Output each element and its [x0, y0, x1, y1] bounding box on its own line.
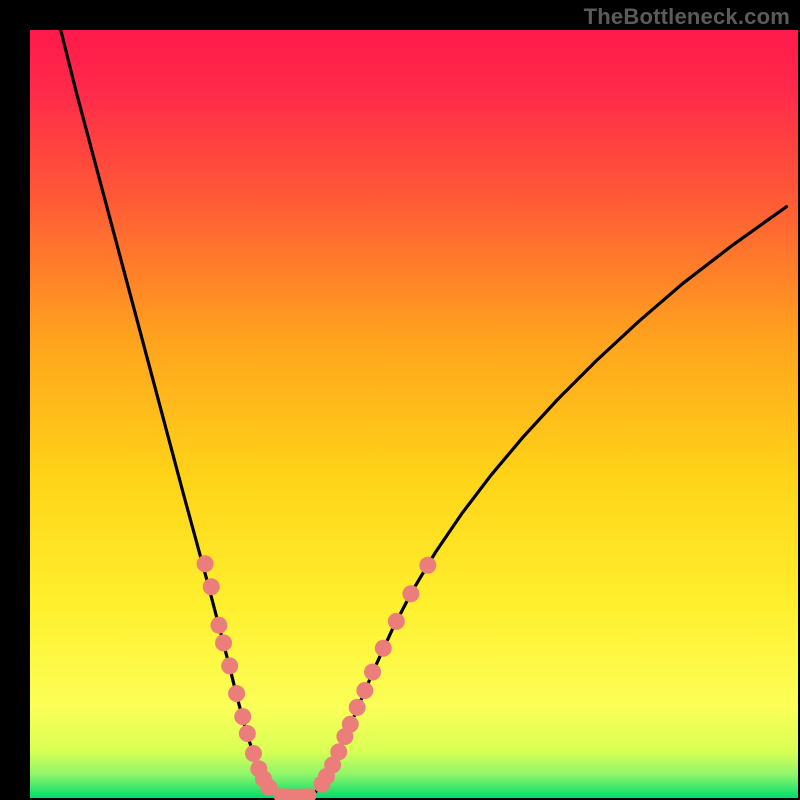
bottleneck-chart [0, 0, 800, 800]
right-dots-point [330, 743, 347, 760]
left-dots-point [197, 555, 214, 572]
left-dots-point [210, 617, 227, 634]
right-dots-point [402, 585, 419, 602]
plot-background [30, 30, 798, 798]
right-dots-point [342, 716, 359, 733]
left-dots-point [260, 779, 277, 796]
left-dots-point [234, 708, 251, 725]
left-dots-point [239, 725, 256, 742]
right-dots-point [419, 557, 436, 574]
right-dots-point [349, 699, 366, 716]
right-dots-point [388, 613, 405, 630]
left-dots-point [228, 685, 245, 702]
chart-frame: TheBottleneck.com [0, 0, 800, 800]
left-dots-point [245, 745, 262, 762]
right-dots-point [375, 640, 392, 657]
left-dots-point [215, 634, 232, 651]
right-dots-point [356, 682, 373, 699]
watermark-label: TheBottleneck.com [584, 4, 790, 30]
right-dots-point [364, 664, 381, 681]
left-dots-point [221, 657, 238, 674]
left-dots-point [203, 578, 220, 595]
